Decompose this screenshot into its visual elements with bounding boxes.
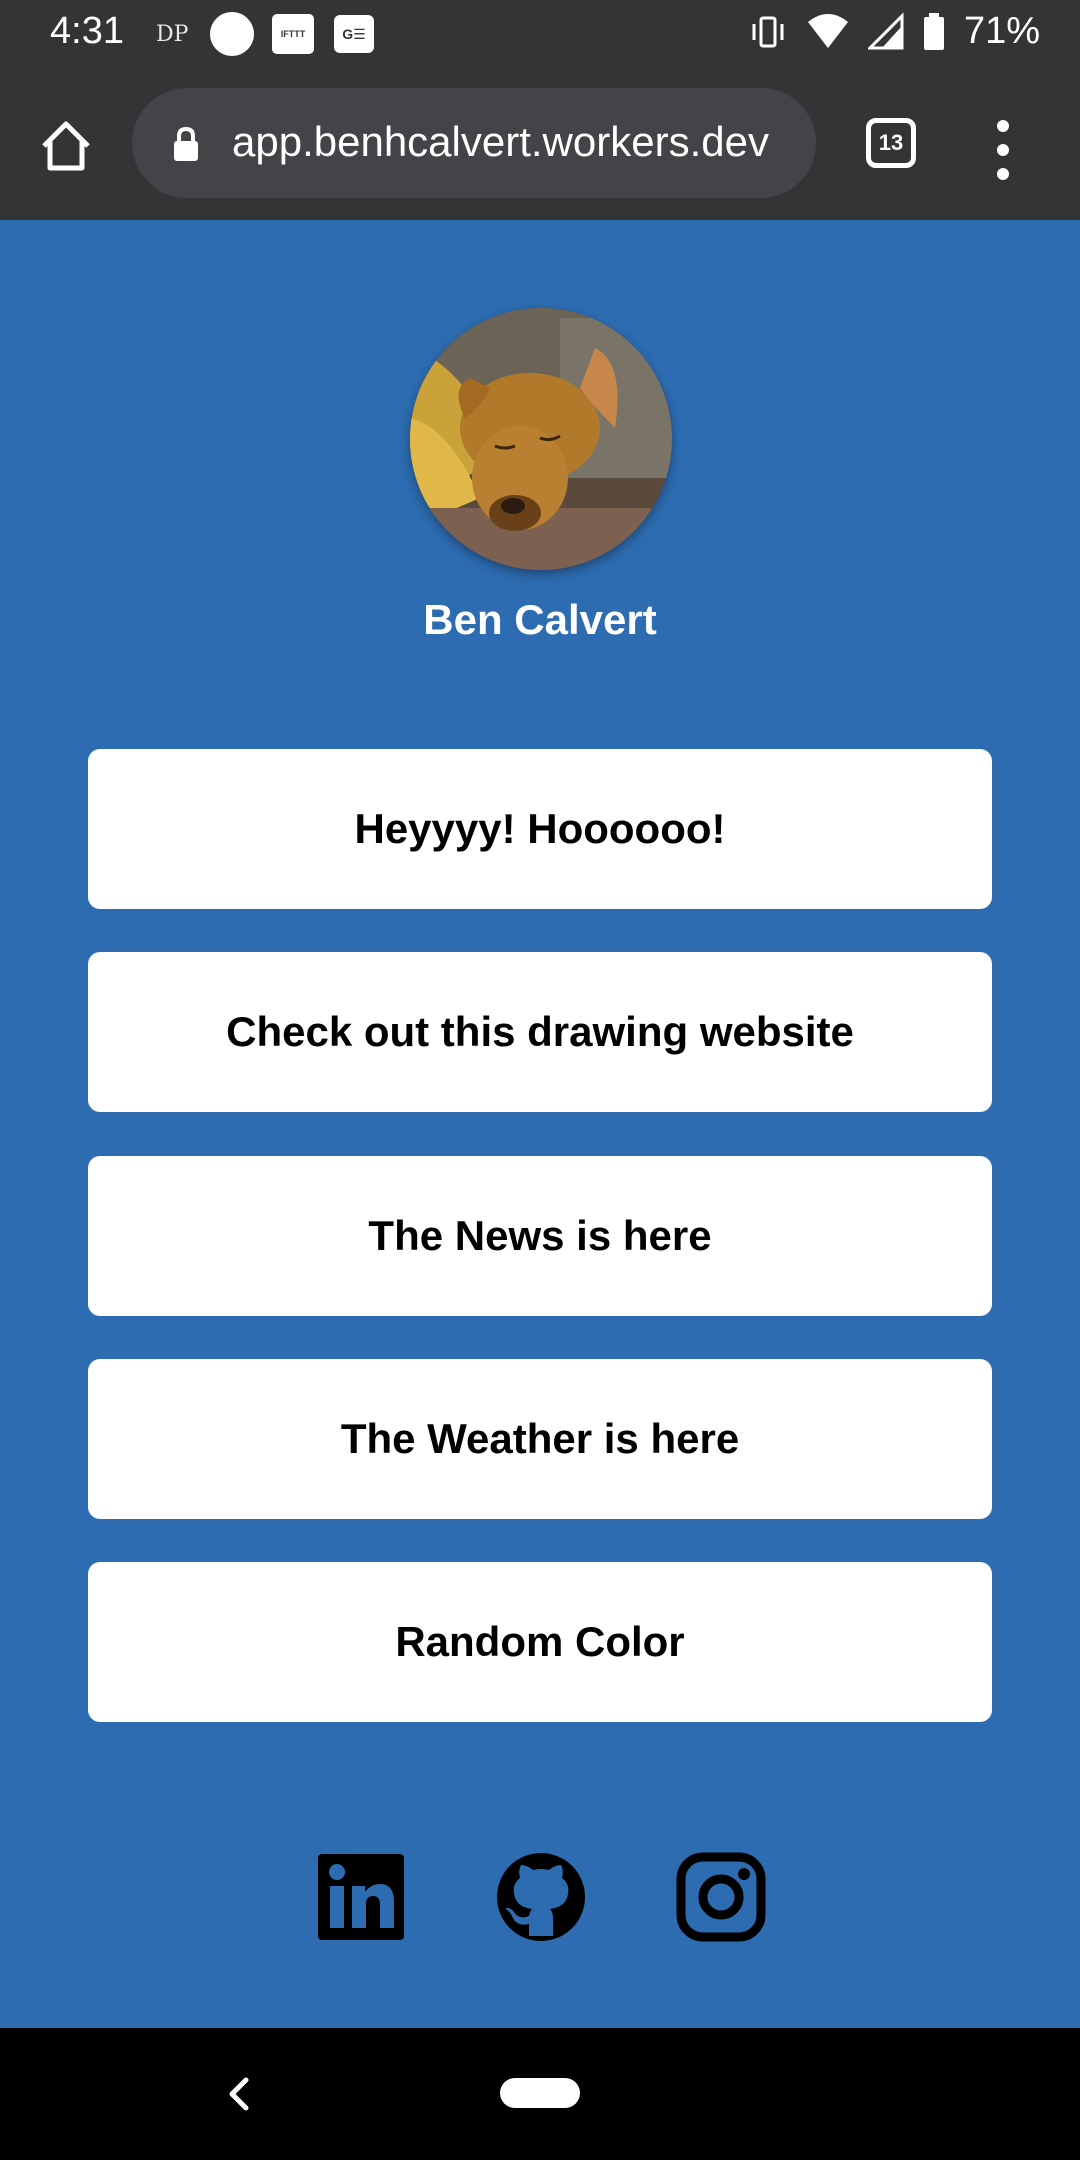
instagram-icon[interactable] <box>676 1852 766 1942</box>
github-icon[interactable] <box>496 1852 586 1942</box>
dp-notification-icon: DP <box>156 22 189 47</box>
signal-icon <box>867 11 904 49</box>
tab-switcher-button[interactable]: 13 <box>866 118 916 168</box>
back-icon[interactable] <box>220 2072 260 2116</box>
dog-photo <box>410 308 672 570</box>
linkedin-icon[interactable] <box>316 1852 406 1942</box>
status-right-group: 71% <box>748 10 1040 53</box>
battery-percent: 71% <box>963 10 1040 52</box>
link-button-heyyyy[interactable]: Heyyyy! Hoooooo! <box>88 749 992 909</box>
link-button-weather[interactable]: The Weather is here <box>88 1359 992 1519</box>
home-icon[interactable] <box>38 118 94 174</box>
link-button-news[interactable]: The News is here <box>88 1156 992 1316</box>
browser-toolbar: app.benhcalvert.workers.dev 13 <box>0 70 1080 220</box>
circle-notification-icon <box>210 12 254 56</box>
url-text: app.benhcalvert.workers.dev <box>232 118 769 165</box>
wifi-icon <box>807 13 848 48</box>
ifttt-notification-icon: IFTTT <box>272 14 314 54</box>
status-time: 4:31 <box>50 10 124 52</box>
link-button-drawing-website[interactable]: Check out this drawing website <box>88 952 992 1112</box>
lock-icon <box>174 126 198 161</box>
battery-icon <box>923 12 944 50</box>
vibrate-icon <box>752 16 784 47</box>
navigation-bar <box>0 2028 1080 2160</box>
link-button-random-color[interactable]: Random Color <box>88 1562 992 1722</box>
overflow-menu-icon[interactable] <box>988 120 1018 180</box>
status-bar: 4:31 DP IFTTT G☰ 71% <box>0 0 1080 70</box>
avatar <box>410 308 672 570</box>
profile-name: Ben Calvert <box>423 596 657 643</box>
home-gesture-pill[interactable] <box>500 2078 580 2108</box>
news-notification-icon: G☰ <box>334 15 374 53</box>
address-bar[interactable]: app.benhcalvert.workers.dev <box>132 88 816 198</box>
